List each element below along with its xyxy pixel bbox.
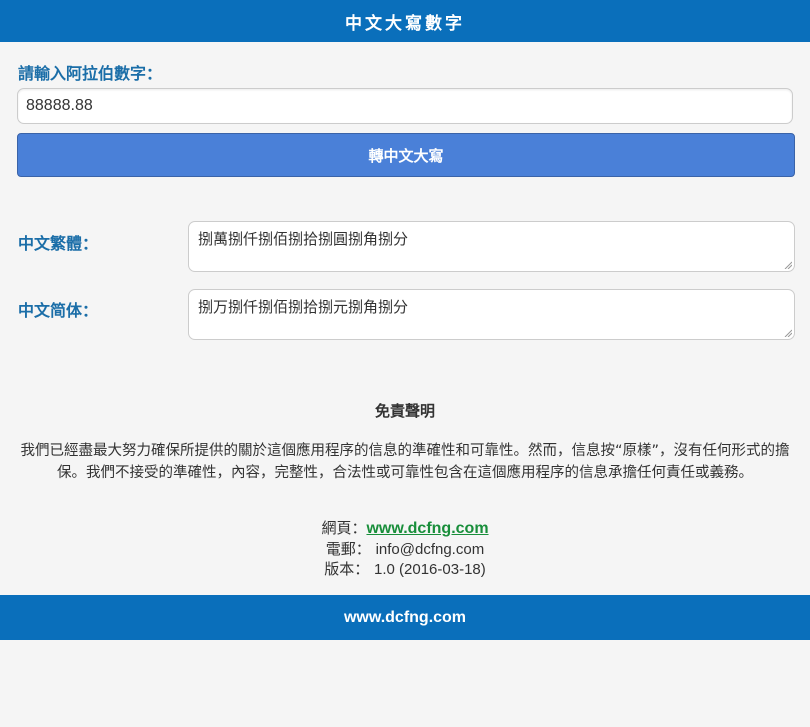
website-row: 網頁：www.dcfng.com: [0, 518, 810, 539]
version-value: 1.0 (2016-03-18): [374, 561, 486, 578]
version-row: 版本： 1.0 (2016-03-18): [0, 559, 810, 580]
number-input-label: 請輸入阿拉伯數字：: [18, 64, 163, 83]
email-label: 電郵：: [325, 540, 371, 558]
version-label: 版本：: [324, 560, 370, 578]
resize-grip-icon[interactable]: [784, 261, 792, 269]
email-row: 電郵： info@dcfng.com: [0, 539, 810, 560]
disclaimer-title: 免責聲明: [374, 402, 435, 420]
disclaimer-text: 我們已經盡最大努力確保所提供的關於這個應用程序的信息的準確性和可靠性。然而，信息…: [20, 443, 790, 481]
app-header: 中文大寫數字: [0, 0, 810, 42]
traditional-output[interactable]: 捌萬捌仟捌佰捌拾捌圓捌角捌分: [188, 221, 795, 272]
convert-button[interactable]: 轉中文大寫: [17, 133, 795, 177]
email-value: info@dcfng.com: [375, 541, 485, 558]
traditional-label: 中文繁體：: [18, 234, 99, 253]
traditional-output-text: 捌萬捌仟捌佰捌拾捌圓捌角捌分: [198, 230, 409, 248]
app-title: 中文大寫數字: [345, 13, 465, 34]
simplified-output[interactable]: 捌万捌仟捌佰捌拾捌元捌角捌分: [188, 289, 795, 340]
resize-grip-icon[interactable]: [784, 329, 792, 337]
website-link[interactable]: www.dcfng.com: [366, 520, 488, 537]
number-input[interactable]: [17, 88, 793, 124]
app-footer: www.dcfng.com: [0, 595, 810, 640]
website-label: 網頁：: [321, 519, 367, 537]
footer-text: www.dcfng.com: [343, 608, 467, 626]
simplified-output-text: 捌万捌仟捌佰捌拾捌元捌角捌分: [198, 298, 409, 316]
main-content: 請輸入阿拉伯數字： 轉中文大寫 中文繁體： 捌萬捌仟捌佰捌拾捌圓捌角捌分 中文简…: [0, 42, 810, 595]
simplified-label: 中文简体：: [18, 301, 99, 320]
